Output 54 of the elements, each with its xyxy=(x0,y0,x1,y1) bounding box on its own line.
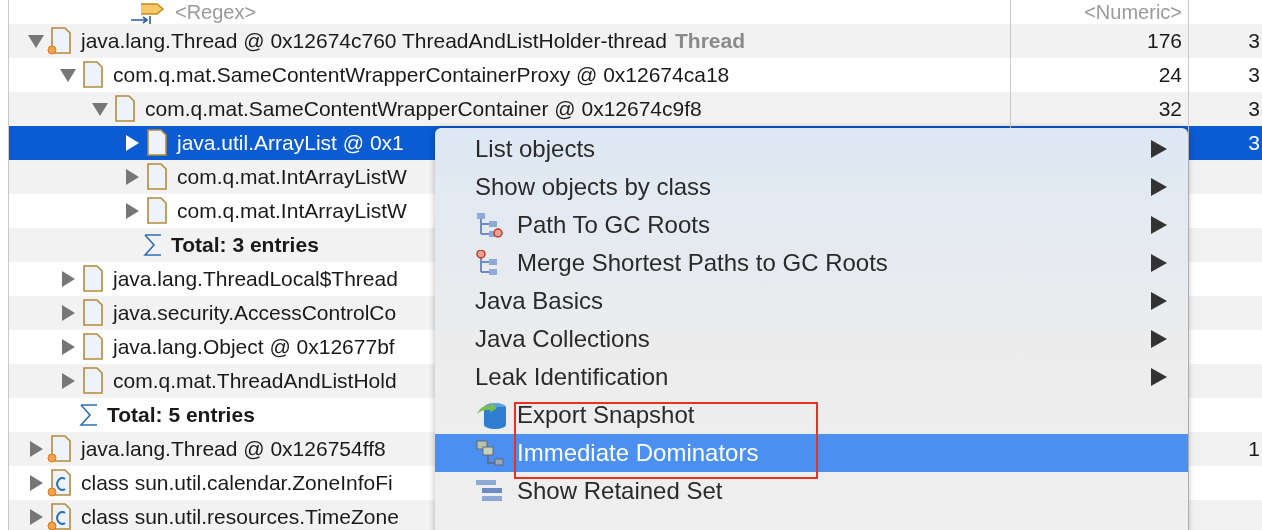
object-label: java.lang.Thread @ 0x12674c760 ThreadAndListHolder-thread xyxy=(81,28,667,55)
object-label: com.q.mat.IntArrayListW xyxy=(177,164,407,191)
shallow-heap-cell-text: 24 xyxy=(1158,62,1182,89)
object-label: com.q.mat.SameContentWrapperContainerProxy @ 0x12674ca18 xyxy=(113,62,730,89)
expand-triangle-icon[interactable] xyxy=(59,372,77,390)
tree-row[interactable]: java.lang.Thread @ 0x12674c760 ThreadAndListHolder-thread Thread 176 3 xyxy=(9,24,1262,58)
table-cell-text: 1 xyxy=(1248,436,1260,463)
object-label: class sun.util.resources.TimeZone xyxy=(81,504,399,530)
object-label: java.util.ArrayList @ 0x1 xyxy=(177,130,404,157)
menu-item[interactable]: Java Collections xyxy=(435,320,1188,358)
object-label: java.lang.Thread @ 0x126754ff8 xyxy=(81,436,386,463)
object-label: java.security.AccessControlCo xyxy=(113,300,397,327)
expand-triangle-icon[interactable] xyxy=(123,134,141,152)
expand-triangle-icon[interactable] xyxy=(59,270,77,288)
database-export-icon xyxy=(475,400,509,430)
menu-item[interactable]: Path To GC Roots xyxy=(435,206,1188,244)
expand-triangle-icon[interactable] xyxy=(27,474,45,492)
expand-triangle-icon[interactable] xyxy=(59,304,77,322)
sigma-icon xyxy=(79,404,99,426)
menu-item[interactable]: Java Basics xyxy=(435,282,1188,320)
object-label: java.lang.Object @ 0x12677bf xyxy=(113,334,395,361)
object-label: com.q.mat.SameContentWrapperContainer @ 0x12674c9f8 xyxy=(145,96,702,123)
menu-item[interactable]: Leak Identification xyxy=(435,358,1188,396)
table-cell-text: 3 xyxy=(1248,62,1260,89)
collapse-triangle-icon[interactable] xyxy=(91,100,109,118)
expand-triangle-icon[interactable] xyxy=(27,440,45,458)
menu-item[interactable]: Merge Shortest Paths to GC Roots xyxy=(435,244,1188,282)
expand-triangle-icon[interactable] xyxy=(27,508,45,526)
expand-triangle-icon[interactable] xyxy=(123,202,141,220)
type-tag: Thread xyxy=(675,25,745,57)
shallow-heap-cell-text: 176 xyxy=(1146,28,1182,55)
menu-item[interactable]: Show Retained Set xyxy=(435,472,1188,510)
menu-item[interactable]: Export Snapshot xyxy=(435,396,1188,434)
object-label: java.lang.ThreadLocal$Thread xyxy=(113,266,398,293)
menu-item[interactable]: Show objects by class xyxy=(435,168,1188,206)
table-cell-text: 3 xyxy=(1248,130,1260,157)
dominator-tree-icon xyxy=(475,439,505,467)
object-label: class sun.util.calendar.ZoneInfoFi xyxy=(81,470,393,497)
table-cell-text: 3 xyxy=(1248,28,1260,55)
expand-triangle-icon[interactable] xyxy=(123,168,141,186)
menu-item[interactable]: List objects xyxy=(435,130,1188,168)
sigma-icon xyxy=(143,234,163,256)
total-label: Total: 3 entries xyxy=(171,232,319,259)
total-label: Total: 5 entries xyxy=(107,402,255,429)
object-label: com.q.mat.ThreadAndListHold xyxy=(113,368,397,395)
expand-triangle-icon[interactable] xyxy=(59,338,77,356)
table-cell-text: 3 xyxy=(1248,96,1260,123)
retained-set-icon xyxy=(475,478,505,504)
object-label: com.q.mat.IntArrayListW xyxy=(177,198,407,225)
tree-path-icon xyxy=(475,212,505,238)
collapse-triangle-icon[interactable] xyxy=(59,66,77,84)
collapse-triangle-icon[interactable] xyxy=(27,32,45,50)
shallow-heap-cell-text: 32 xyxy=(1158,96,1182,123)
tree-row[interactable]: com.q.mat.SameContentWrapperContainer @ 0x12674c9f8 32 3 xyxy=(9,92,1262,126)
